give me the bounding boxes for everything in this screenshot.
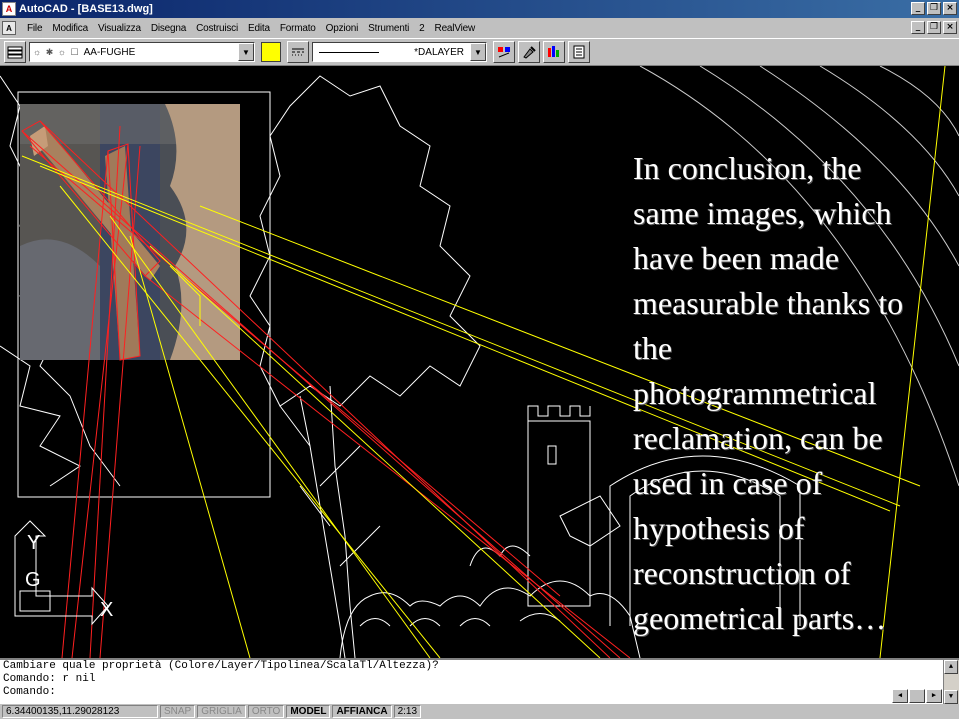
menu-realview[interactable]: RealView xyxy=(430,23,480,34)
menu-formato[interactable]: Formato xyxy=(275,23,321,34)
command-history-line: Comando: r nil xyxy=(3,673,96,685)
fresco-image xyxy=(20,104,240,360)
paintbrush-icon xyxy=(523,46,536,59)
inquiry-button[interactable] xyxy=(568,41,590,63)
snap-toggle[interactable]: SNAP xyxy=(160,705,196,718)
menu-strumenti[interactable]: Strumenti xyxy=(363,23,414,34)
menu-modifica[interactable]: Modifica xyxy=(47,23,93,34)
command-history-line: Cambiare quale proprietà (Colore/Layer/T… xyxy=(3,660,439,672)
crowd-outline xyxy=(339,495,641,658)
linetype-icon xyxy=(292,48,304,56)
menu-opzioni[interactable]: Opzioni xyxy=(321,23,364,34)
minimize-button[interactable]: _ xyxy=(911,2,925,15)
autocad-app-icon[interactable]: A xyxy=(2,2,16,16)
document-icon xyxy=(573,45,585,59)
menu-costruisci[interactable]: Costruisci xyxy=(191,23,243,34)
drawing-canvas[interactable]: Y G X In conclusion, the same images, wh… xyxy=(0,66,959,658)
scroll-up-button[interactable]: ▲ xyxy=(944,660,958,674)
status-bar: 6.34400135,11.29028123 SNAP GRIGLIA ORTO… xyxy=(0,704,959,719)
scroll-thumb[interactable] xyxy=(909,689,925,703)
layers-icon xyxy=(7,46,23,59)
linetype-preview xyxy=(319,52,379,53)
ucs-y-label: Y xyxy=(27,532,41,554)
grid-toggle[interactable]: GRIGLIA xyxy=(197,705,246,718)
match-properties-button[interactable] xyxy=(518,41,540,63)
object-properties-toolbar: ☼ ✱ ☼ ☐ AA-FUGHE ▼ *DALAYER ▼ xyxy=(0,38,959,66)
menu-disegna[interactable]: Disegna xyxy=(146,23,191,34)
layer-dropdown[interactable]: ☼ ✱ ☼ ☐ AA-FUGHE ▼ xyxy=(29,42,255,62)
chevron-down-icon[interactable]: ▼ xyxy=(238,43,254,61)
coordinate-readout[interactable]: 6.34400135,11.29028123 xyxy=(2,705,158,718)
command-window: Cambiare quale proprietà (Colore/Layer/T… xyxy=(0,658,959,704)
ortho-toggle[interactable]: ORTO xyxy=(247,705,285,718)
linetype-dropdown[interactable]: *DALAYER ▼ xyxy=(312,42,487,62)
properties-button[interactable] xyxy=(493,41,515,63)
doc-minimize-button[interactable]: _ xyxy=(911,21,925,34)
model-toggle[interactable]: MODEL xyxy=(286,705,331,718)
menu-bar: A File Modifica Visualizza Disegna Costr… xyxy=(0,18,959,38)
layer-state-icons: ☼ ✱ ☼ ☐ xyxy=(33,46,80,57)
list-icon xyxy=(548,46,559,57)
chevron-down-icon[interactable]: ▼ xyxy=(470,43,486,61)
command-scrollbar[interactable]: ▲ ▼ xyxy=(943,660,959,704)
list-button[interactable] xyxy=(543,41,565,63)
linetype-label: *DALAYER xyxy=(414,46,464,58)
restore-button[interactable]: ❐ xyxy=(927,2,941,15)
ucs-grid-label: G xyxy=(25,569,41,591)
slide-caption: In conclusion, the same images, which ha… xyxy=(633,150,904,636)
doc-close-button[interactable]: × xyxy=(943,21,957,34)
layers-button[interactable] xyxy=(4,41,26,63)
close-button[interactable]: × xyxy=(943,2,957,15)
menu-visualizza[interactable]: Visualizza xyxy=(93,23,146,34)
menu-2[interactable]: 2 xyxy=(414,23,429,34)
document-icon[interactable]: A xyxy=(2,21,16,35)
properties-icon xyxy=(498,47,510,58)
tile-toggle[interactable]: AFFIANCA xyxy=(332,705,392,718)
ucs-x-label: X xyxy=(100,599,114,621)
menu-edita[interactable]: Edita xyxy=(243,23,275,34)
scroll-left-button[interactable]: ◀ xyxy=(892,689,908,703)
current-color-button[interactable] xyxy=(261,42,281,62)
scroll-right-button[interactable]: ▶ xyxy=(926,689,942,703)
command-prompt[interactable]: Comando: xyxy=(3,686,959,699)
linetype-button[interactable] xyxy=(287,41,309,63)
clock: 2:13 xyxy=(393,705,422,718)
title-bar: A AutoCAD - [BASE13.dwg] _ ❐ × xyxy=(0,0,959,18)
menu-file[interactable]: File xyxy=(22,23,47,34)
doc-restore-button[interactable]: ❐ xyxy=(927,21,941,34)
layer-name: AA-FUGHE xyxy=(83,46,136,58)
scroll-down-button[interactable]: ▼ xyxy=(944,690,958,704)
window-title: AutoCAD - [BASE13.dwg] xyxy=(19,3,153,15)
